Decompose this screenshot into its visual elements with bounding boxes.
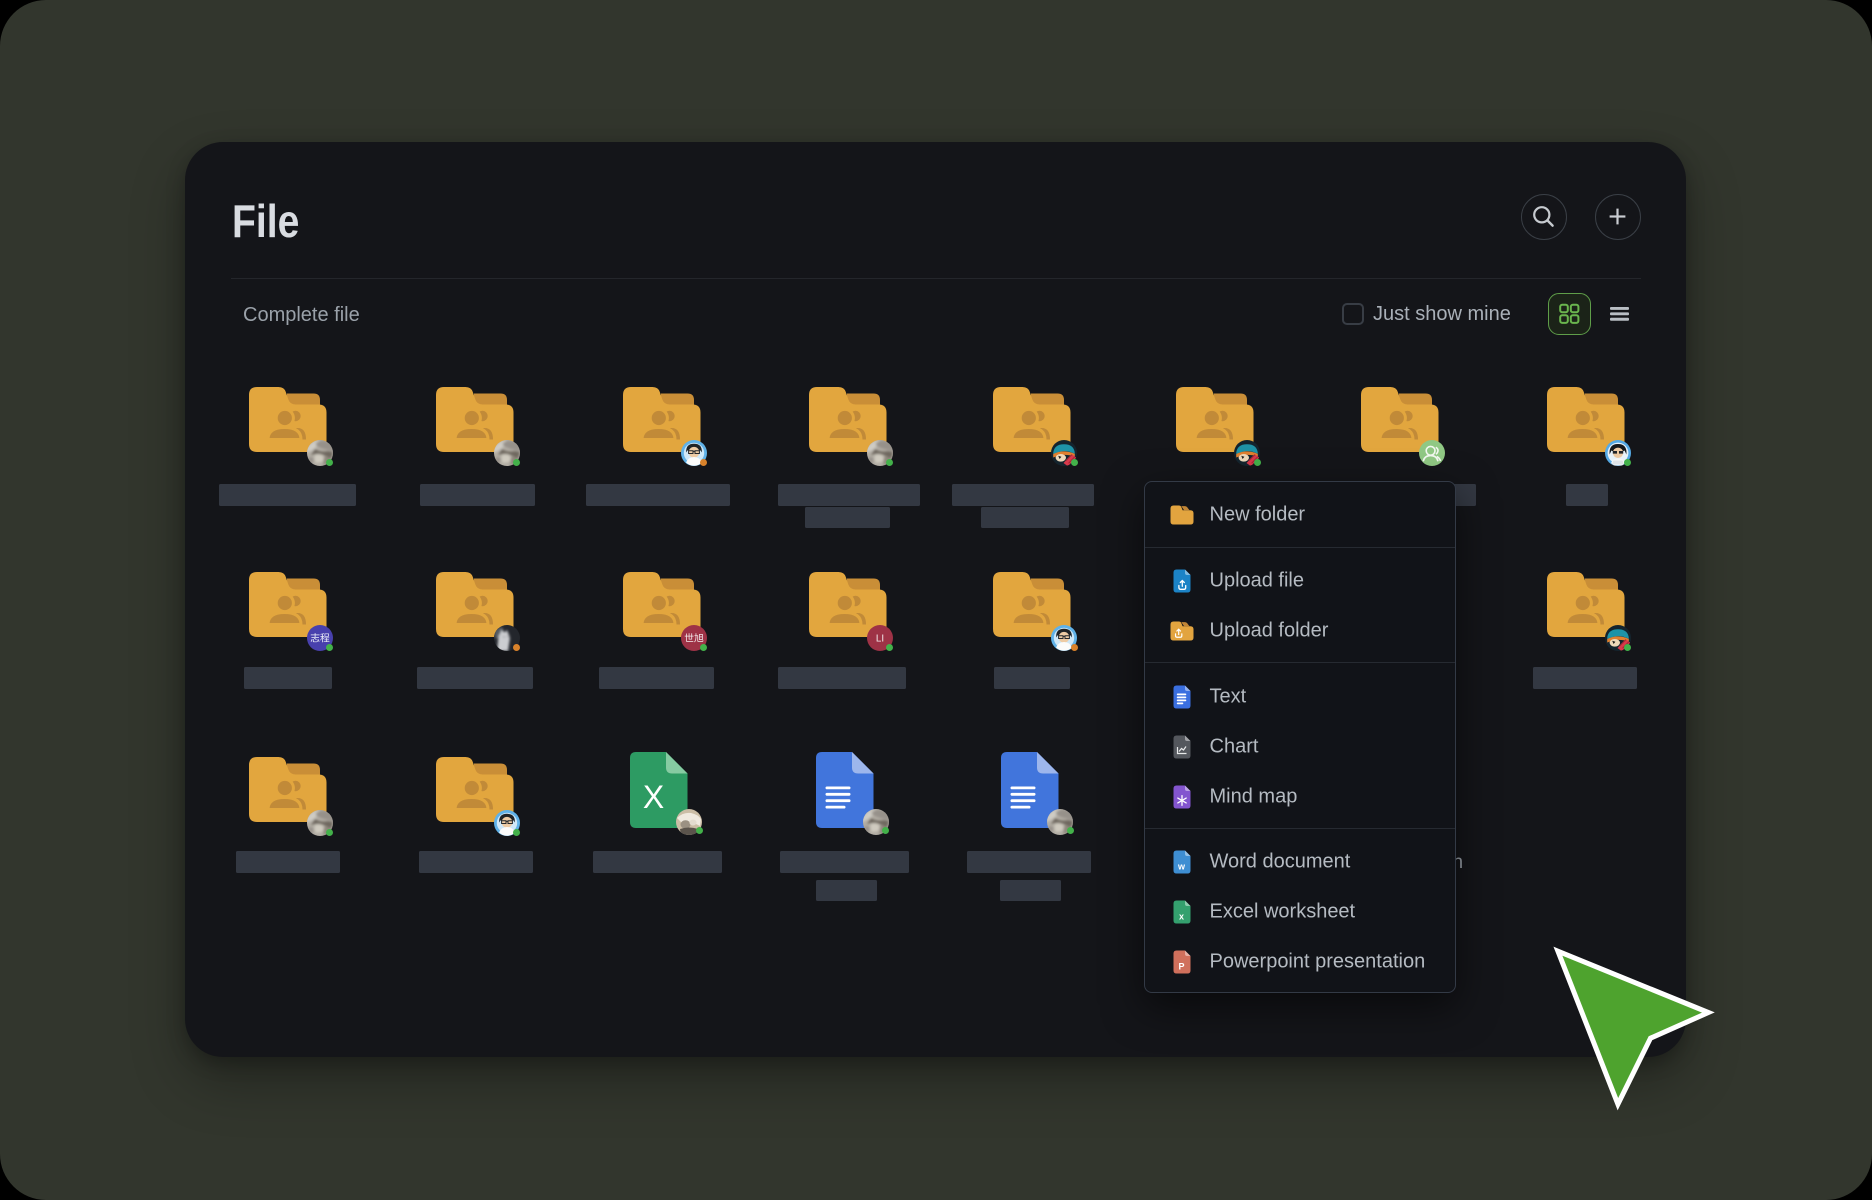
svg-text:世旭: 世旭 xyxy=(684,633,704,645)
svg-text:w: w xyxy=(1177,861,1186,871)
svg-text:志程: 志程 xyxy=(310,632,330,645)
svg-text:P: P xyxy=(1178,961,1184,971)
svg-text:LI: LI xyxy=(875,634,883,645)
svg-text:x: x xyxy=(1179,911,1184,921)
